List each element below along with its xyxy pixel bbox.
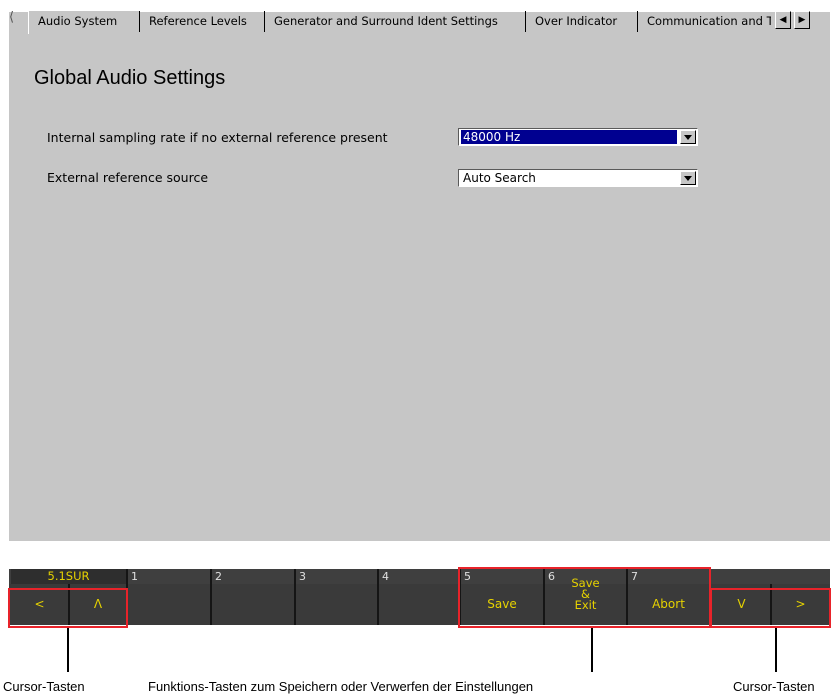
caption-function-keys: Funktions-Tasten zum Speichern oder Verw… <box>148 679 534 694</box>
reference-source-label: External reference source <box>47 170 209 185</box>
save-button[interactable]: Save <box>461 584 543 625</box>
cursor-left-button[interactable]: < <box>11 584 68 625</box>
softkey-divider <box>709 569 711 625</box>
fkey-number-1: 1 <box>131 570 138 583</box>
fkey-number-7: 7 <box>631 570 638 583</box>
mode-indicator: 5.1SUR <box>11 569 126 584</box>
fkey-number-2: 2 <box>215 570 222 583</box>
cursor-right-button[interactable]: > <box>772 584 829 625</box>
save-exit-button[interactable]: Save & Exit <box>545 572 626 625</box>
settings-panel <box>9 12 830 541</box>
fkey-3-button[interactable] <box>296 584 377 625</box>
cursor-down-button[interactable]: V <box>713 584 770 625</box>
tab-communication[interactable]: Communication and Ti <box>637 11 771 32</box>
caption-cursor-keys-left: Cursor-Tasten <box>3 679 85 694</box>
tab-scroll-left-icon[interactable]: ◀ <box>775 11 791 29</box>
abort-button[interactable]: Abort <box>628 584 709 625</box>
fkey-2-button[interactable] <box>212 584 294 625</box>
tab-over-indicator[interactable]: Over Indicator <box>525 11 637 32</box>
tab-reference-levels[interactable]: Reference Levels <box>139 11 264 32</box>
tab-scroll-right-icon[interactable]: ▶ <box>794 11 810 29</box>
chevron-down-icon[interactable] <box>680 171 696 185</box>
reference-source-select[interactable]: Auto Search <box>458 169 698 187</box>
tab-overflow-mark: ⟨ <box>9 10 15 25</box>
fkey-number-4: 4 <box>382 570 389 583</box>
callout-line-middle <box>591 628 593 672</box>
chevron-down-icon[interactable] <box>680 130 696 144</box>
fkey-number-5: 5 <box>464 570 471 583</box>
callout-line-right <box>775 628 777 672</box>
sampling-rate-label: Internal sampling rate if no external re… <box>47 130 388 145</box>
tab-audio-system[interactable]: Audio System <box>28 11 139 34</box>
caption-cursor-keys-right: Cursor-Tasten <box>733 679 815 694</box>
page-title: Global Audio Settings <box>34 67 226 89</box>
fkey-1-button[interactable] <box>128 584 210 625</box>
fkey-number-3: 3 <box>299 570 306 583</box>
tab-generator-surround-ident[interactable]: Generator and Surround Ident Settings <box>264 11 525 32</box>
cursor-up-button[interactable]: Λ <box>70 584 126 625</box>
callout-line-left <box>67 628 69 672</box>
sampling-rate-select[interactable]: 48000 Hz <box>458 128 698 146</box>
fkey-4-button[interactable] <box>379 584 459 625</box>
